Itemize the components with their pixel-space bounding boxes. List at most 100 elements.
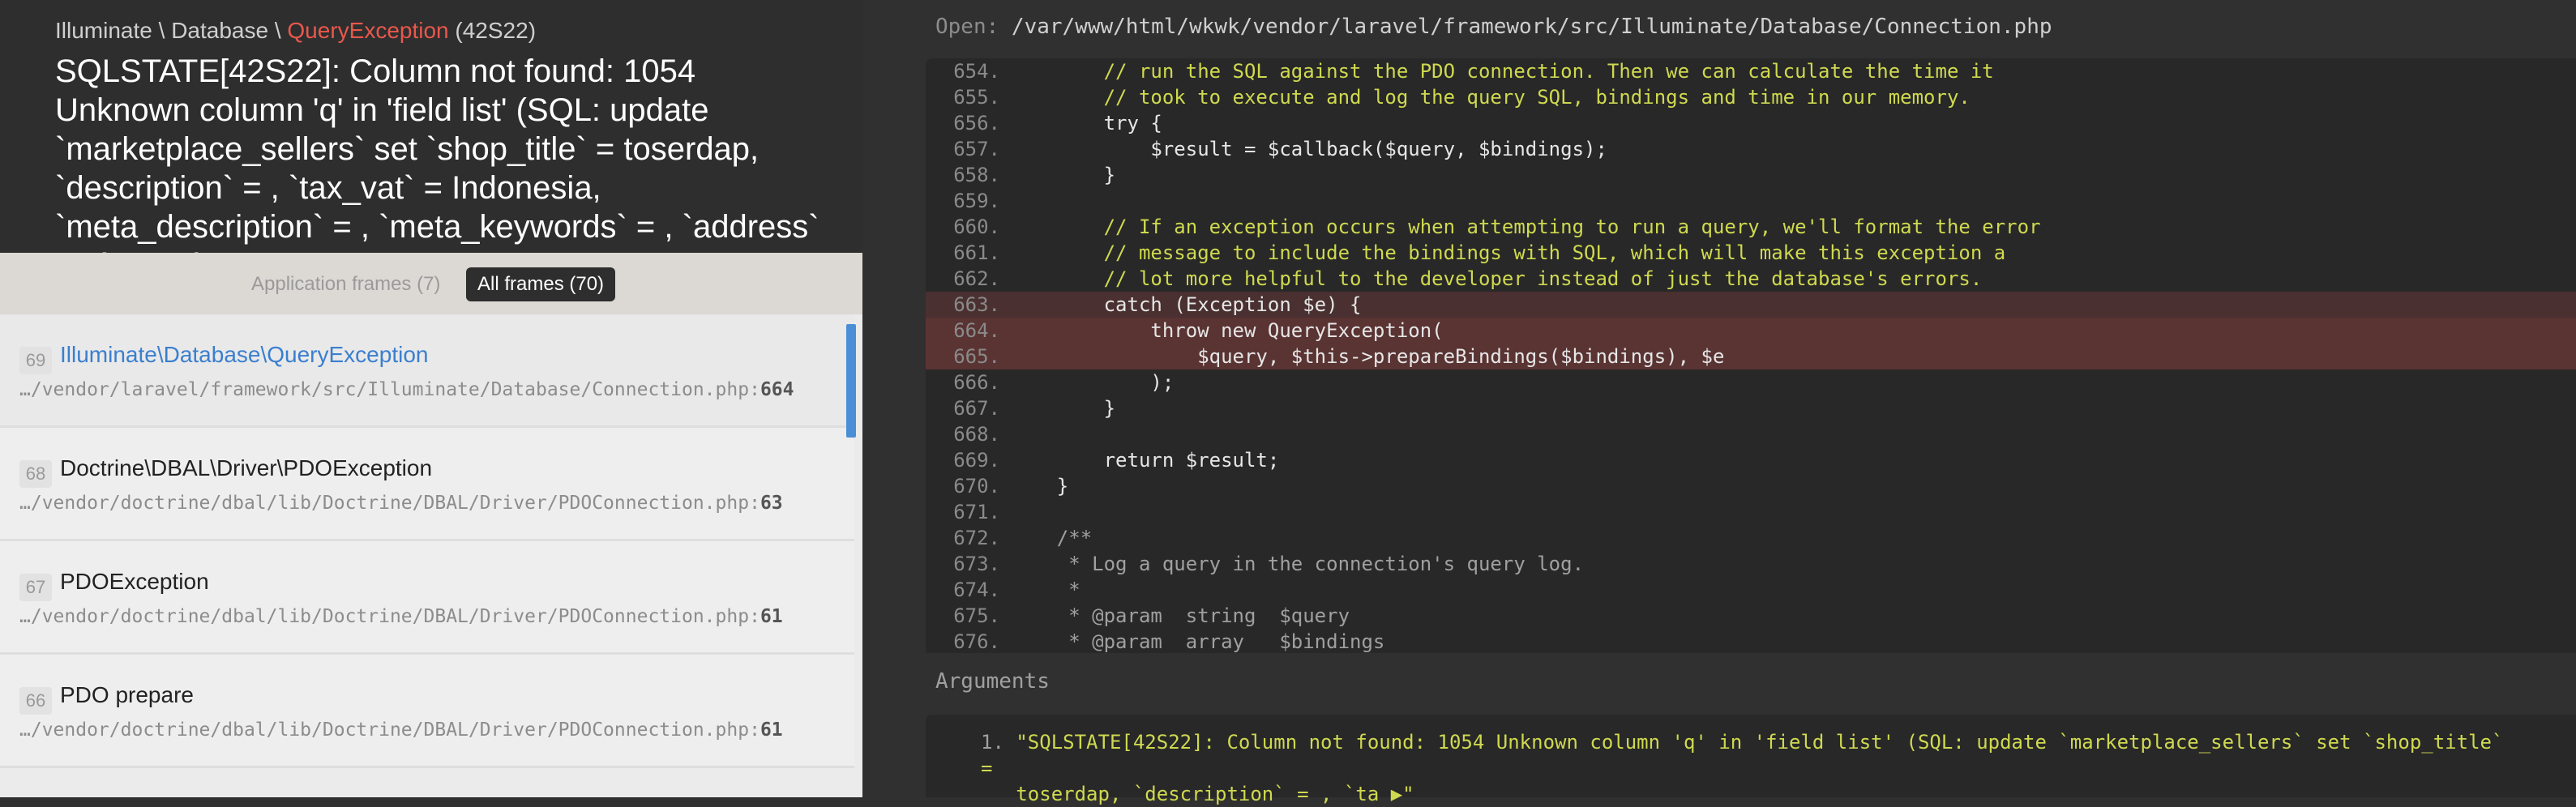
line-number: 655. xyxy=(953,86,1000,109)
frame-line-number: 63 xyxy=(760,493,783,514)
code-text: // run the SQL against the PDO connectio… xyxy=(1010,60,1994,83)
frame-line-number: 61 xyxy=(760,606,783,627)
open-label: Open: xyxy=(935,15,1012,39)
code-line: 672. /** xyxy=(926,525,2576,551)
code-line: 674. * xyxy=(926,577,2576,603)
frames-scrollbar[interactable] xyxy=(846,324,856,438)
application-frames-button[interactable]: Application frames (7) xyxy=(242,267,450,301)
code-line: 659. xyxy=(926,188,2576,214)
code-text: // lot more helpful to the developer ins… xyxy=(1010,267,1983,290)
frame-file: …/vendor/doctrine/dbal/lib/Doctrine/DBAL… xyxy=(19,719,750,741)
code-line: 662. // lot more helpful to the develope… xyxy=(926,266,2576,292)
open-file-path[interactable]: /var/www/html/wkwk/vendor/laravel/framew… xyxy=(1012,15,2052,39)
argument-value: "SQLSTATE[42S22]: Column not found: 1054… xyxy=(981,731,2504,805)
code-text: * xyxy=(1010,579,1080,601)
frame-item[interactable]: 69 Illuminate\Database\QueryException …/ve… xyxy=(0,314,854,428)
code-line: 669. return $result; xyxy=(926,447,2576,473)
code-text: $result = $callback($query, $bindings); xyxy=(1010,138,1607,160)
arguments-heading: Arguments xyxy=(935,669,1050,694)
code-line: 668. xyxy=(926,421,2576,447)
line-number: 654. xyxy=(953,60,1000,83)
frames-filter-bar: Application frames (7) xyxy=(0,253,862,314)
code-line: 664. throw new QueryException( xyxy=(926,318,2576,344)
code-text: throw new QueryException( xyxy=(1010,319,1444,342)
code-line: 665. $query, $this->prepareBindings($bin… xyxy=(926,344,2576,369)
code-line: 667. } xyxy=(926,395,2576,421)
line-number: 674. xyxy=(953,579,1000,601)
frame-item[interactable]: 68 Doctrine\DBAL\Driver\PDOException …/ven… xyxy=(0,428,854,541)
line-number: 657. xyxy=(953,138,1000,160)
frame-item[interactable]: 66 PDO prepare …/vendor/doctrine/dbal/lib/… xyxy=(0,655,854,768)
line-number: 673. xyxy=(953,553,1000,575)
all-frames-button[interactable]: All frames (70) xyxy=(466,267,616,301)
line-number: 666. xyxy=(953,371,1000,394)
frame-index: 67 xyxy=(19,574,52,601)
code-text: return $result; xyxy=(1010,449,1280,472)
code-line: 676. * @param array $bindings xyxy=(926,629,2576,653)
code-line: 673. * Log a query in the connection's q… xyxy=(926,551,2576,577)
frame-file-path: …/vendor/doctrine/dbal/lib/Doctrine/DBAL… xyxy=(19,606,783,627)
code-text: $query, $this->prepareBindings($bindings… xyxy=(1010,345,1725,368)
code-line: 661. // message to include the bindings … xyxy=(926,240,2576,266)
exception-class: QueryException xyxy=(287,18,449,43)
code-line: 658. } xyxy=(926,162,2576,188)
line-number: 658. xyxy=(953,164,1000,186)
code-text: * @param string $query xyxy=(1010,604,1350,627)
code-line: 675. * @param string $query xyxy=(926,603,2576,629)
line-number: 667. xyxy=(953,397,1000,420)
line-number: 659. xyxy=(953,190,1000,212)
code-line: 666. ); xyxy=(926,369,2576,395)
code-text: } xyxy=(1010,475,1069,497)
frame-file-path: …/vendor/doctrine/dbal/lib/Doctrine/DBAL… xyxy=(19,719,783,741)
argument-index: 1. xyxy=(981,731,1016,754)
argument-item[interactable]: 1. "SQLSTATE[42S22]: Column not found: 1… xyxy=(981,729,2505,807)
code-text: try { xyxy=(1010,112,1162,134)
line-number: 675. xyxy=(953,604,1000,627)
open-file-line: Open: /var/www/html/wkwk/vendor/laravel/… xyxy=(935,15,2052,39)
line-number: 671. xyxy=(953,501,1000,523)
line-number: 672. xyxy=(953,527,1000,549)
line-number: 656. xyxy=(953,112,1000,134)
frames-list: 69 Illuminate\Database\QueryException …/ve… xyxy=(0,314,862,797)
line-number: 662. xyxy=(953,267,1000,290)
frame-file: …/vendor/doctrine/dbal/lib/Doctrine/DBAL… xyxy=(19,606,750,627)
frame-line-number: 61 xyxy=(760,719,783,741)
breadcrumb-separator: \ xyxy=(152,18,172,43)
line-number: 668. xyxy=(953,423,1000,446)
frame-item[interactable]: 67 PDOException …/vendor/doctrine/dbal/lib… xyxy=(0,541,854,655)
frame-index: 68 xyxy=(19,460,52,488)
code-text: catch (Exception $e) { xyxy=(1010,293,1362,316)
frame-class: PDO prepare xyxy=(60,682,194,707)
code-line: 663. catch (Exception $e) { xyxy=(926,292,2576,318)
code-text: // If an exception occurs when attemptin… xyxy=(1010,216,2041,238)
frame-file-path: …/vendor/laravel/framework/src/Illuminat… xyxy=(19,379,794,400)
code-line: 671. xyxy=(926,499,2576,525)
code-line: 654. // run the SQL against the PDO conn… xyxy=(926,58,2576,84)
breadcrumb-separator: \ xyxy=(268,18,288,43)
exception-code: (42S22) xyxy=(448,18,537,43)
line-number: 665. xyxy=(953,345,1000,368)
code-line: 660. // If an exception occurs when atte… xyxy=(926,214,2576,240)
code-text: } xyxy=(1010,164,1116,186)
exception-header: Illuminate \ Database \ QueryException (… xyxy=(0,0,862,253)
code-text: } xyxy=(1010,397,1116,420)
arguments-box: 1. "SQLSTATE[42S22]: Column not found: 1… xyxy=(926,715,2576,805)
line-number: 660. xyxy=(953,216,1000,238)
frame-class: Doctrine\DBAL\Driver\PDOException xyxy=(60,455,433,480)
frame-class: Illuminate\Database\QueryException xyxy=(60,342,429,367)
code-line: 670. } xyxy=(926,473,2576,499)
code-text: // message to include the bindings with … xyxy=(1010,241,2006,264)
frame-index: 66 xyxy=(19,687,52,715)
frame-file-path: …/vendor/doctrine/dbal/lib/Doctrine/DBAL… xyxy=(19,493,783,514)
code-line: 656. try { xyxy=(926,110,2576,136)
exception-message: SQLSTATE[42S22]: Column not found: 1054 … xyxy=(55,53,819,253)
frame-class: PDOException xyxy=(60,569,209,594)
line-number: 661. xyxy=(953,241,1000,264)
frame-index: 69 xyxy=(19,347,52,374)
line-number: 663. xyxy=(953,293,1000,316)
breadcrumb-namespace: Database xyxy=(171,18,269,43)
code-text: // took to execute and log the query SQL… xyxy=(1010,86,1971,109)
code-line: 655. // took to execute and log the quer… xyxy=(926,84,2576,110)
line-number: 670. xyxy=(953,475,1000,497)
line-number: 676. xyxy=(953,630,1000,653)
